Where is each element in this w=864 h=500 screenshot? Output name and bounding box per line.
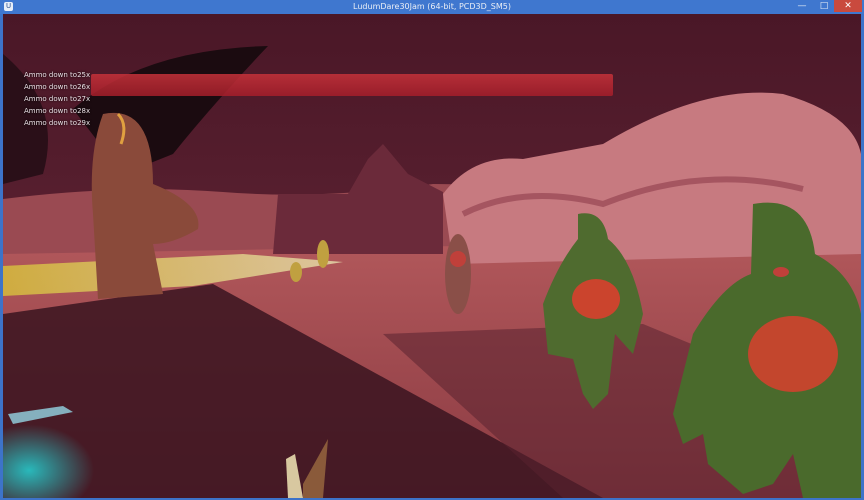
log-line: Ammo down to29x	[24, 119, 91, 127]
log-line: Ammo down to25x	[24, 71, 91, 79]
game-window: U LudumDare30Jam (64-bit, PCD3D_SM5) — □…	[0, 0, 864, 500]
game-viewport[interactable]: Ammo down to25x Ammo down to26x Ammo dow…	[3, 14, 861, 498]
title-bar[interactable]: U LudumDare30Jam (64-bit, PCD3D_SM5) — □…	[0, 0, 864, 14]
maximize-button[interactable]: □	[812, 0, 836, 12]
cyan-glow	[3, 314, 263, 498]
enemy-far-1	[317, 240, 329, 268]
health-bar	[91, 74, 613, 96]
close-button[interactable]: ✕	[834, 0, 862, 12]
enemy-mid-chest	[450, 251, 466, 267]
enemy-right-mouth	[773, 267, 789, 277]
window-title: LudumDare30Jam (64-bit, PCD3D_SM5)	[353, 2, 511, 11]
log-line: Ammo down to27x	[24, 95, 91, 103]
log-line: Ammo down to26x	[24, 83, 91, 91]
log-line: Ammo down to28x	[24, 107, 91, 115]
minimize-button[interactable]: —	[790, 0, 814, 12]
enemy-far-2	[290, 262, 302, 282]
enemy-center-chest	[572, 279, 620, 319]
enemy-right-chest	[748, 316, 838, 392]
message-log: Ammo down to25x Ammo down to26x Ammo dow…	[24, 69, 90, 129]
enemy-mid	[445, 234, 471, 314]
